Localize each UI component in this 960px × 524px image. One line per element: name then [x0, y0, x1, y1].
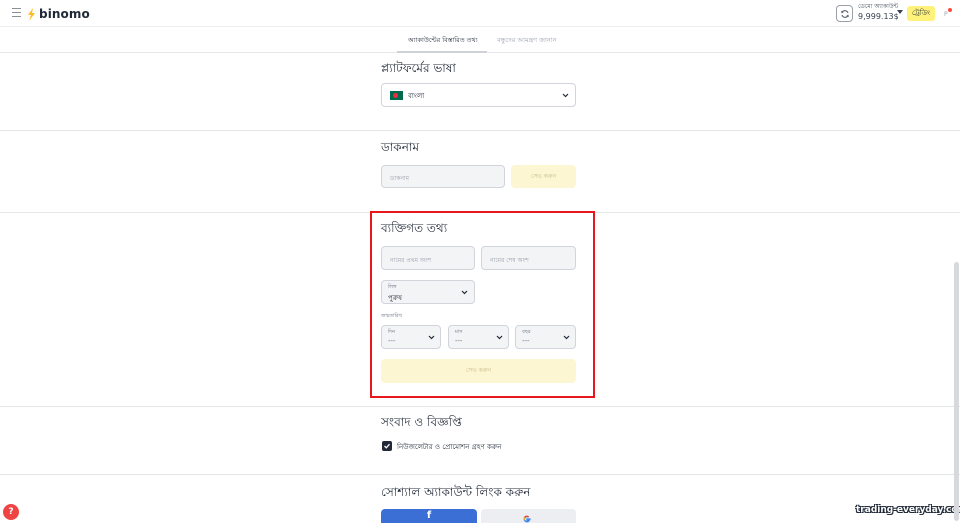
newsletter-checkbox[interactable] [382, 441, 392, 451]
account-selector[interactable]: ডেমো অ্যাকাউন্ট 9,999.13$ [858, 3, 899, 22]
google-icon [523, 515, 531, 523]
scrollbar[interactable] [954, 262, 959, 521]
tab-invite-friends[interactable]: বন্ধুদের আমন্ত্রণ জানান [497, 35, 556, 46]
nickname-heading: ডাকনাম [381, 140, 420, 154]
tab-account-details[interactable]: অ্যাকাউন্টের বিস্তারিত তথ্য [408, 35, 478, 46]
notification-dot-icon [948, 8, 952, 12]
social-heading: সোশ্যাল অ্যাকাউন্ট লিংক করুন [381, 485, 531, 499]
lightning-icon [28, 7, 35, 21]
top-bar: binomo ডেমো অ্যাকাউন্ট 9,999.13$ ট্রেডিং… [0, 0, 960, 27]
nickname-placeholder: ডাকনাম [390, 175, 410, 182]
avatar[interactable]: P [941, 8, 953, 20]
active-tab-indicator [397, 51, 487, 53]
hamburger-menu-icon[interactable] [12, 8, 21, 17]
language-select[interactable]: বাংলা [381, 83, 576, 107]
nickname-section: ডাকনাম ডাকনাম সেভ করুন [0, 131, 960, 213]
binomo-logo[interactable]: binomo [27, 6, 90, 22]
tab-bar: অ্যাকাউন্টের বিস্তারিত তথ্য বন্ধুদের আমন… [0, 27, 960, 53]
watermark: trading-everyday.com [856, 505, 960, 515]
bangladesh-flag-icon [390, 91, 403, 100]
language-value: বাংলা [408, 92, 425, 100]
highlight-box [370, 211, 595, 398]
trading-button[interactable]: ট্রেডিং [907, 6, 935, 21]
account-switch-icon[interactable] [836, 5, 853, 22]
chevron-down-icon [562, 93, 569, 98]
account-type-label: ডেমো অ্যাকাউন্ট [858, 3, 899, 10]
logo-text: binomo [39, 7, 90, 21]
facebook-icon: f [426, 510, 432, 521]
checkmark-icon [384, 443, 390, 449]
platform-language-heading: প্ল্যাটফর্মের ভাষা [381, 61, 456, 75]
save-nickname-button[interactable]: সেভ করুন [511, 165, 576, 188]
avatar-letter: P [944, 11, 948, 18]
newsletter-checkbox-label: নিউজলেটার ও প্রোমোশন গ্রহণ করুন [397, 443, 502, 451]
chevron-down-icon[interactable] [897, 10, 903, 14]
help-icon[interactable]: ? [3, 504, 19, 520]
account-balance: 9,999.13$ [858, 12, 899, 21]
news-heading: সংবাদ ও বিজ্ঞপ্তি [381, 415, 462, 429]
platform-language-section: প্ল্যাটফর্মের ভাষা বাংলা [0, 54, 960, 131]
nickname-field[interactable]: ডাকনাম [381, 165, 505, 188]
